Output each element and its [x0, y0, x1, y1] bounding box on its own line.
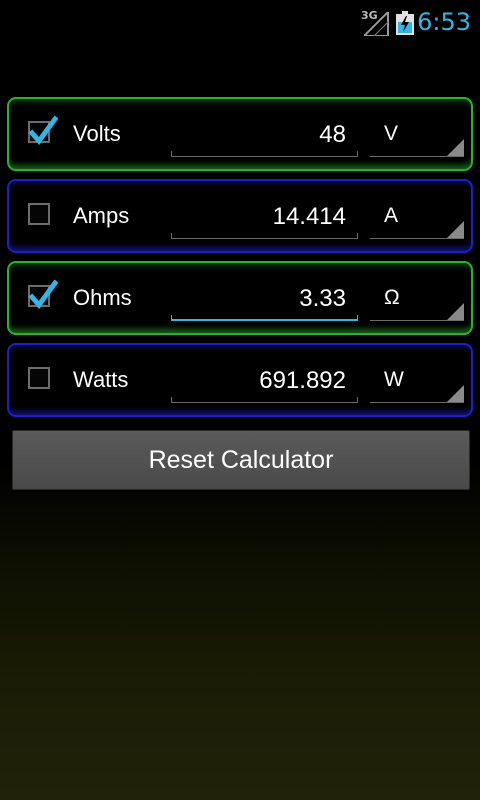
- row-amps: Amps 14.414 A: [7, 179, 473, 253]
- amps-checkbox[interactable]: [28, 203, 50, 225]
- amps-unit: A: [384, 204, 399, 227]
- signal-strength-icon: [364, 12, 389, 36]
- ohms-unit: Ω: [384, 286, 400, 309]
- amps-value: 14.414: [272, 203, 346, 230]
- spinner-arrow-icon: [447, 303, 464, 320]
- input-underline: [171, 402, 358, 403]
- input-underline: [171, 238, 358, 239]
- ohms-checkbox[interactable]: [28, 279, 58, 309]
- volts-unit-spinner[interactable]: V: [370, 111, 464, 157]
- input-underline: [171, 319, 358, 321]
- row-ohms: Ohms 3.33 Ω: [7, 261, 473, 335]
- input-underline: [171, 156, 358, 157]
- reset-calculator-button[interactable]: Reset Calculator: [12, 430, 470, 490]
- watts-label: Watts: [73, 367, 129, 392]
- spinner-arrow-icon: [447, 221, 464, 238]
- volts-label: Volts: [73, 121, 121, 146]
- ohms-unit-spinner[interactable]: Ω: [370, 275, 464, 321]
- watts-input[interactable]: 691.892: [171, 357, 358, 403]
- ohms-input[interactable]: 3.33: [171, 275, 358, 321]
- spinner-arrow-icon: [447, 385, 464, 402]
- ohms-label: Ohms: [73, 285, 132, 310]
- watts-checkbox[interactable]: [28, 367, 50, 389]
- volts-checkbox[interactable]: [28, 115, 58, 145]
- app-screen: 3G 6:53 Volts 48 V Amps 14.414 A Ohms 3.…: [0, 0, 480, 800]
- row-watts: Watts 691.892 W: [7, 343, 473, 417]
- watts-value: 691.892: [259, 367, 346, 394]
- watts-unit-spinner[interactable]: W: [370, 357, 464, 403]
- volts-value: 48: [319, 121, 346, 148]
- row-volts: Volts 48 V: [7, 97, 473, 171]
- amps-label: Amps: [73, 203, 130, 228]
- ohms-value: 3.33: [299, 285, 346, 312]
- amps-unit-spinner[interactable]: A: [370, 193, 464, 239]
- amps-input[interactable]: 14.414: [171, 193, 358, 239]
- spinner-arrow-icon: [447, 139, 464, 156]
- watts-unit: W: [384, 368, 404, 391]
- status-clock: 6:53: [417, 8, 471, 36]
- battery-charging-icon: [396, 11, 414, 35]
- status-bar: 3G 6:53: [0, 0, 480, 48]
- checkmark-icon: [28, 115, 58, 145]
- volts-unit: V: [384, 122, 399, 145]
- checkmark-icon: [28, 279, 58, 309]
- volts-input[interactable]: 48: [171, 111, 358, 157]
